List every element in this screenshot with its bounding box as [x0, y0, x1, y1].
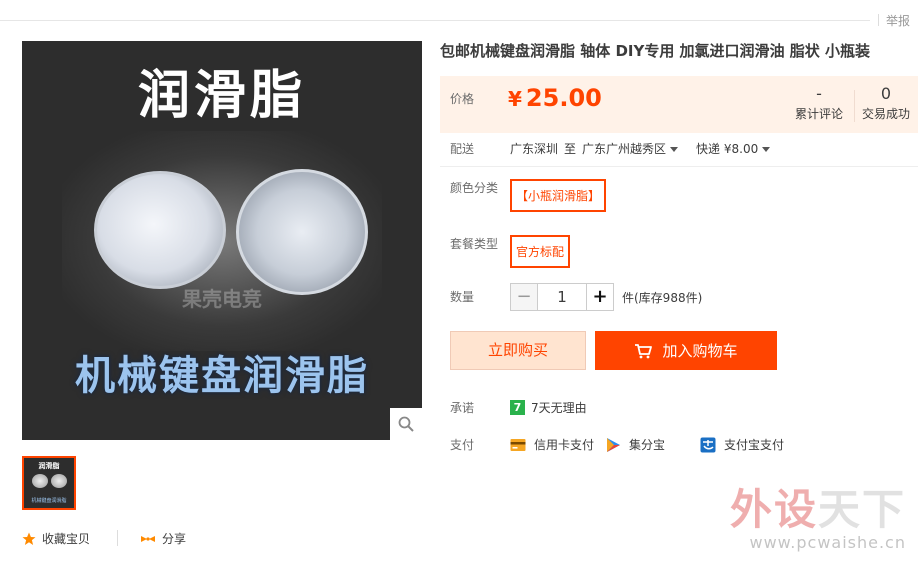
image-title-top: 润滑脂 [137, 65, 306, 126]
ship-method-select[interactable]: 快递 ¥8.00 [696, 140, 771, 157]
ship-to-select[interactable]: 广东广州越秀区 [582, 140, 679, 157]
review-count: - [816, 84, 822, 103]
sales-label: 交易成功 [861, 107, 910, 121]
color-label: 颜色分类 [450, 181, 499, 195]
payment-label: 支付 [450, 438, 475, 452]
payment-credit-card: 信用卡支付 [510, 436, 594, 453]
collect-label: 收藏宝贝 [42, 532, 91, 546]
grease-jar-open [89, 171, 233, 304]
thumbnail-selected[interactable]: 润滑脂 机械键盘润滑脂 [22, 456, 76, 510]
watermark-url: www.pcwaishe.cn [749, 533, 906, 552]
payment-jifenbao: 集分宝 [605, 436, 665, 453]
payment-method-label: 支付宝支付 [724, 438, 785, 452]
ship-to-word: 至 [564, 142, 577, 156]
product-title: 包邮机械键盘润滑脂 轴体 DIY专用 加氯进口润滑油 脂状 小瓶装 [440, 42, 871, 60]
credit-card-icon [510, 438, 526, 451]
report-link[interactable]: 举报 [877, 12, 910, 29]
cart-icon [635, 343, 653, 358]
main-product-image[interactable]: 润滑脂 果壳电竞 机械键盘润滑脂 [22, 41, 422, 440]
sales-stat: 0 交易成功 [858, 84, 914, 122]
sales-count: 0 [880, 84, 892, 103]
color-option-selected[interactable]: 【小瓶润滑脂】 [510, 179, 607, 212]
promise-label: 承诺 [450, 401, 475, 415]
alipay-icon [700, 437, 716, 452]
image-watermark: 果壳电竞 [182, 287, 262, 311]
ship-method: 快递 ¥8.00 [696, 142, 759, 156]
image-title-bottom: 机械键盘润滑脂 [75, 352, 369, 399]
shipping-label: 配送 [450, 142, 475, 156]
buy-now-button[interactable]: 立即购买 [450, 331, 586, 370]
thumbnail-subtitle: 机械键盘润滑脂 [31, 498, 67, 504]
seven-day-icon: 7 [510, 400, 525, 415]
promise-info[interactable]: 7 7天无理由 [510, 399, 587, 416]
quantity-label: 数量 [450, 290, 475, 304]
price-panel: 价格 ¥25.00 - 累计评论 0 交易成功 [440, 76, 918, 133]
thumbnail-jar [32, 474, 48, 488]
watermark-name-a: 外设 [729, 485, 818, 534]
review-label: 累计评论 [794, 107, 843, 121]
quantity-decrease-button[interactable]: − [510, 283, 538, 311]
share-icon [141, 535, 155, 542]
action-divider [117, 530, 118, 546]
share-label: 分享 [162, 532, 187, 546]
jifenbao-icon [607, 437, 620, 452]
grease-jar-lid [236, 169, 368, 295]
share-button[interactable]: 分享 [140, 530, 186, 547]
price-label: 价格 [450, 92, 475, 106]
quantity-input[interactable]: 1 [538, 283, 586, 311]
payment-method-label: 集分宝 [629, 438, 666, 452]
stock-info: 件(库存988件) [622, 291, 703, 305]
section-divider [440, 166, 918, 167]
quantity-stepper: − 1 + [510, 283, 614, 311]
payment-method-label: 信用卡支付 [534, 438, 595, 452]
ship-to: 广东广州越秀区 [582, 142, 667, 156]
shipping-info: 广东深圳 至 广东广州越秀区 快递 ¥8.00 [510, 140, 771, 157]
package-label: 套餐类型 [450, 237, 499, 251]
quantity-increase-button[interactable]: + [586, 283, 614, 311]
collect-button[interactable]: 收藏宝贝 [22, 530, 90, 547]
chevron-down-icon [670, 147, 679, 152]
thumbnail-jar [51, 474, 67, 488]
currency-symbol: ¥ [508, 87, 522, 111]
site-watermark: 外设天下 www.pcwaishe.cn [730, 476, 906, 552]
watermark-name-b: 天下 [817, 485, 906, 534]
review-stat[interactable]: - 累计评论 [790, 84, 848, 122]
package-option-selected[interactable]: 官方标配 [510, 235, 571, 268]
star-icon [22, 532, 36, 545]
zoom-button[interactable] [390, 408, 422, 440]
price-amount: 25.00 [525, 84, 602, 112]
ship-from: 广东深圳 [510, 142, 559, 156]
add-cart-label: 加入购物车 [662, 342, 738, 360]
magnifier-icon [398, 416, 414, 432]
promise-text: 7天无理由 [531, 401, 587, 415]
add-to-cart-button[interactable]: 加入购物车 [595, 331, 777, 370]
top-divider [0, 20, 870, 21]
payment-alipay: 支付宝支付 [700, 436, 784, 453]
thumbnail-title: 润滑脂 [38, 462, 60, 470]
price-value: ¥25.00 [508, 84, 602, 112]
stat-divider [854, 90, 855, 122]
chevron-down-icon [762, 147, 771, 152]
